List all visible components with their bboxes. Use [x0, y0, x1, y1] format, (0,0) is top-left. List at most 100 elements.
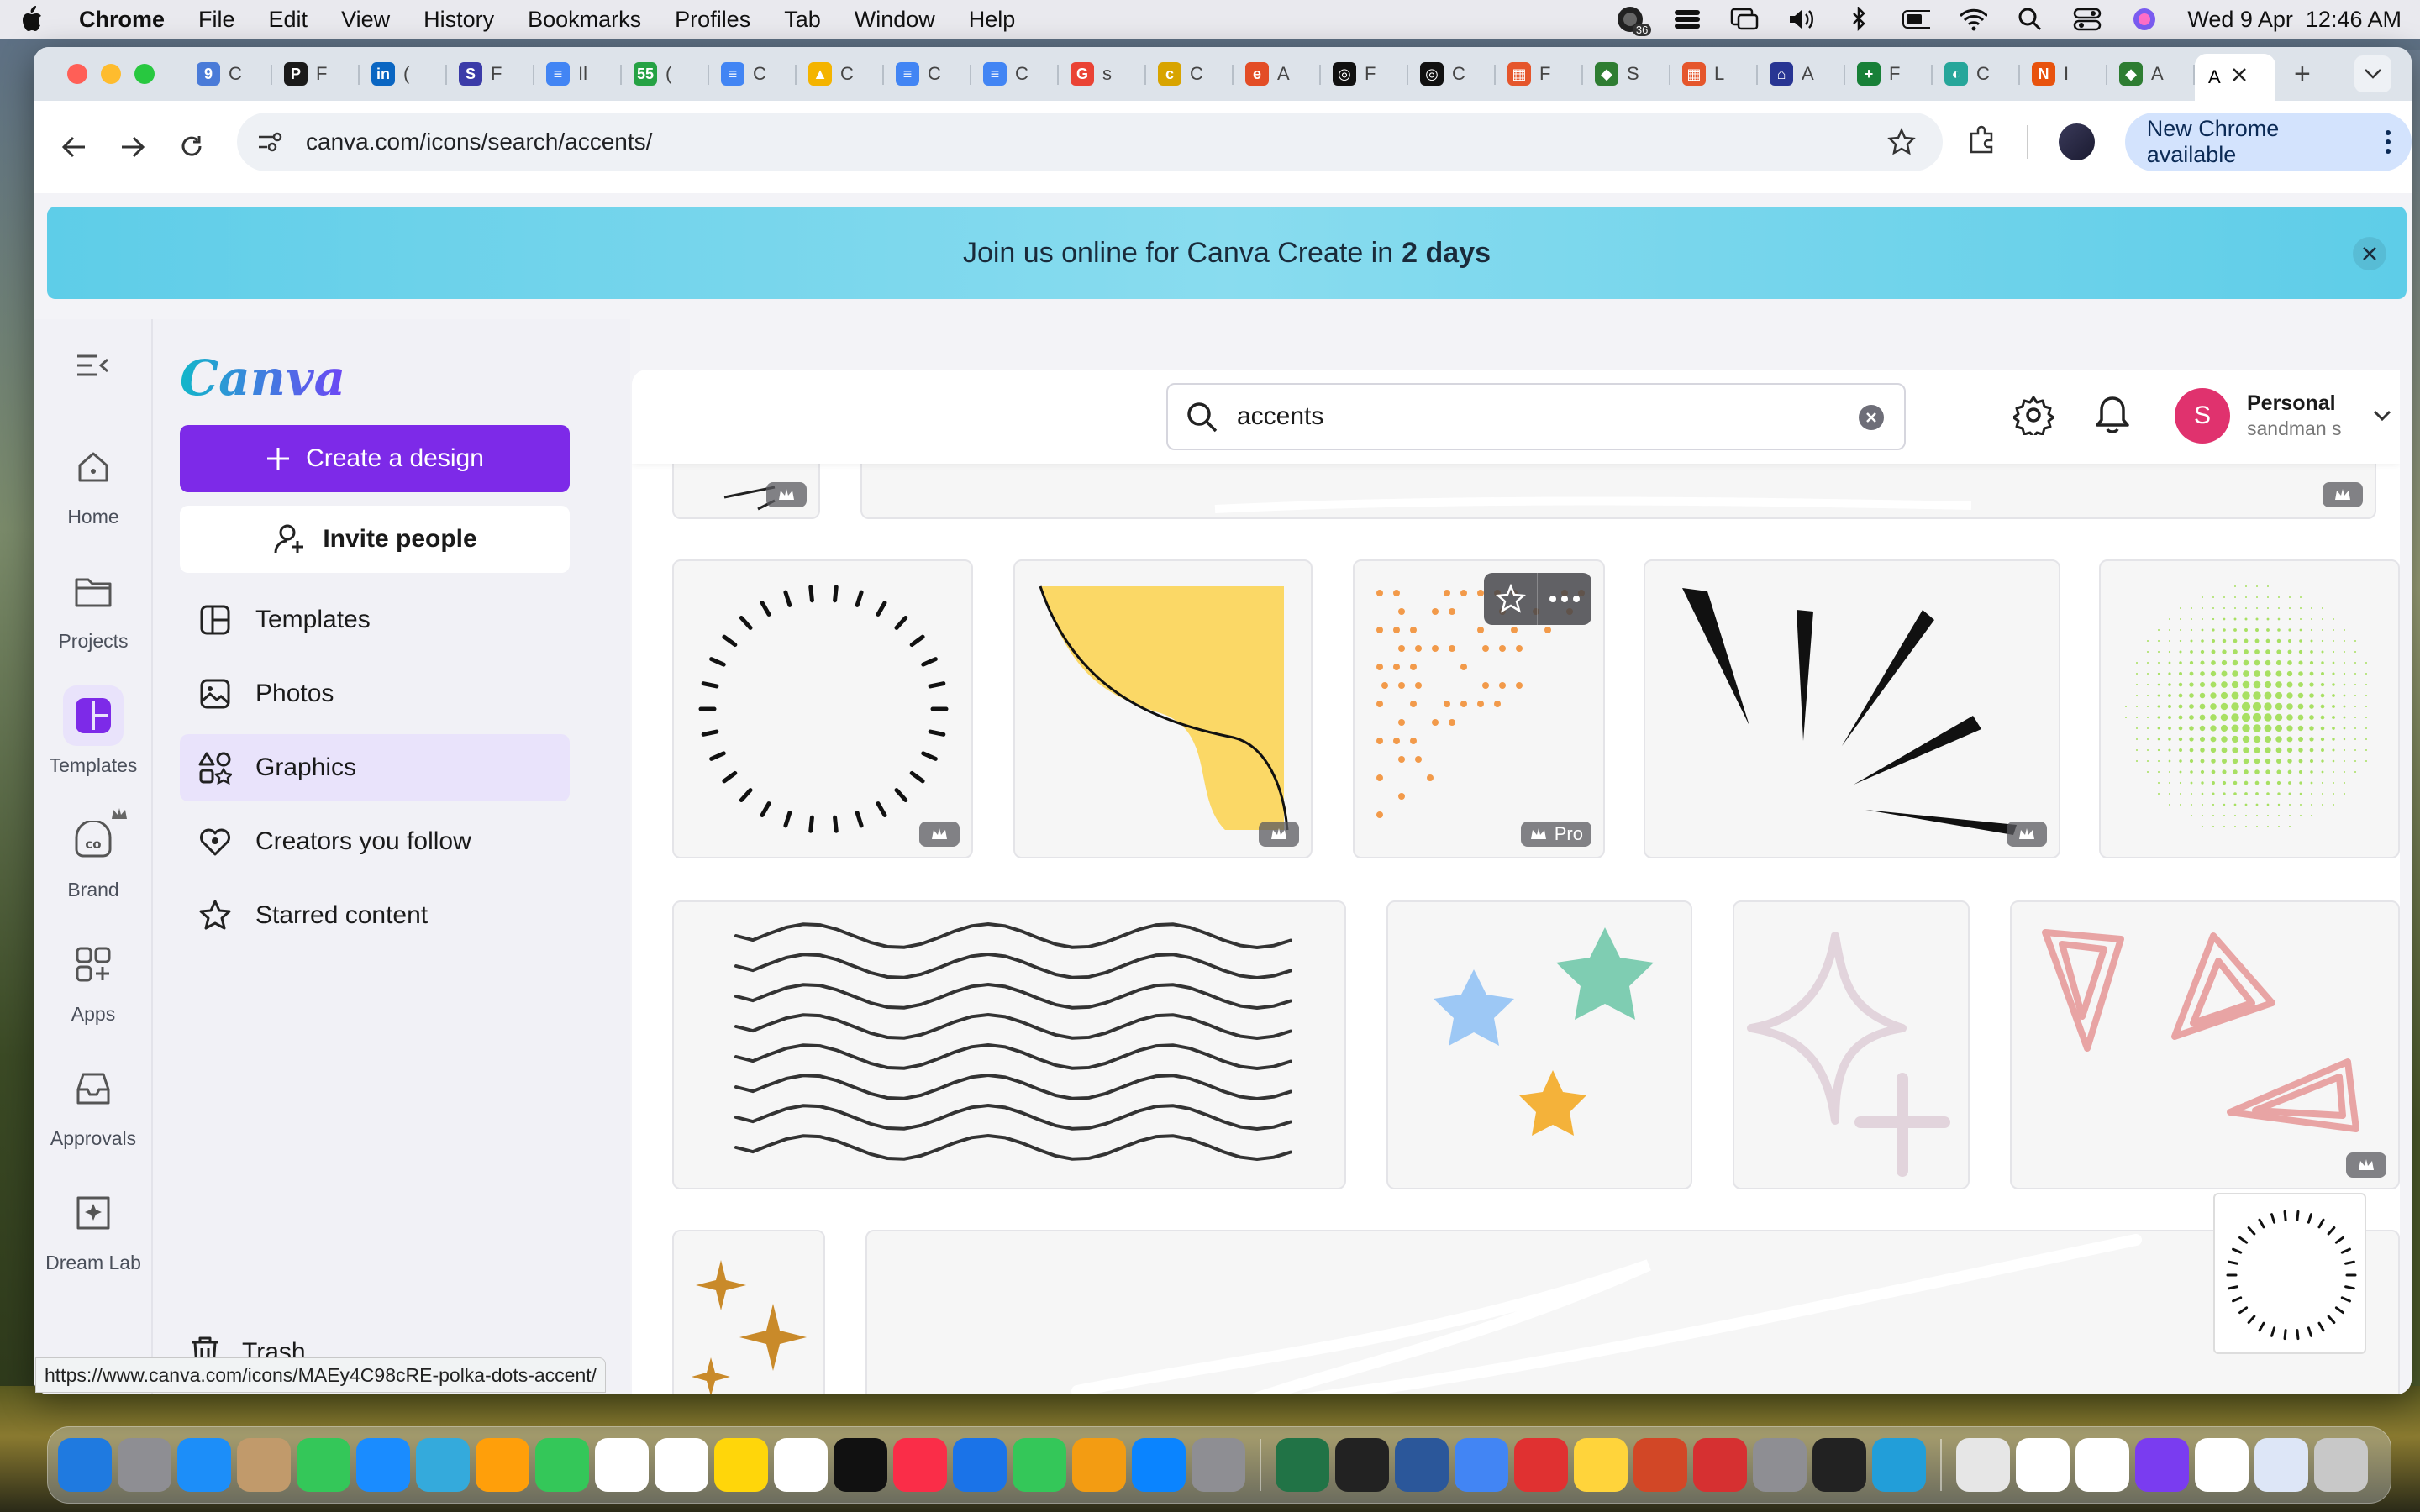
dock-app-icon[interactable]: [1634, 1438, 1687, 1492]
dock-app-icon[interactable]: [1395, 1438, 1449, 1492]
sidebar-item-photos[interactable]: Photos: [180, 660, 570, 727]
dock-app-icon[interactable]: [535, 1438, 589, 1492]
browser-tab[interactable]: ≡ C: [709, 55, 797, 93]
banner-close-button[interactable]: [2353, 237, 2386, 270]
browser-tab[interactable]: eA: [1234, 55, 1321, 93]
notifications-button[interactable]: [2094, 395, 2131, 439]
search-value[interactable]: accents: [1237, 402, 1323, 431]
dock-app-icon[interactable]: [2016, 1438, 2070, 1492]
result-card[interactable]: [1644, 559, 2060, 858]
dock-app-icon[interactable]: [2254, 1438, 2308, 1492]
dock-app-icon[interactable]: [1574, 1438, 1628, 1492]
menu-help[interactable]: Help: [969, 7, 1016, 33]
close-tab-icon[interactable]: [2231, 66, 2248, 88]
site-info-icon[interactable]: [257, 127, 287, 157]
dock-app-icon[interactable]: [177, 1438, 231, 1492]
status-app-icon[interactable]: 36: [1616, 8, 1644, 31]
menu-app-name[interactable]: Chrome: [79, 7, 165, 33]
browser-tab[interactable]: ≡ C: [971, 55, 1059, 93]
browser-tab[interactable]: 55(: [622, 55, 709, 93]
browser-tab[interactable]: ▦ F: [1496, 55, 1583, 93]
dock-app-icon[interactable]: [893, 1438, 947, 1492]
browser-tab[interactable]: PF: [272, 55, 360, 93]
screen-mirroring-icon[interactable]: [1730, 8, 1759, 31]
result-card[interactable]: [1386, 900, 1692, 1189]
new-chrome-available-button[interactable]: New Chrome available: [2125, 113, 2412, 171]
menu-file[interactable]: File: [198, 7, 235, 33]
browser-tab[interactable]: + F: [1845, 55, 1933, 93]
tab-search-button[interactable]: [2354, 55, 2391, 92]
result-card[interactable]: [1733, 900, 1970, 1189]
control-center-icon[interactable]: [2073, 8, 2102, 31]
rail-templates[interactable]: Templates: [34, 685, 153, 777]
reload-button[interactable]: [171, 127, 212, 167]
siri-icon[interactable]: [2130, 8, 2159, 31]
rail-home[interactable]: Home: [34, 437, 153, 528]
extensions-icon[interactable]: [1966, 125, 1996, 160]
rail-projects[interactable]: Projects: [34, 561, 153, 653]
dock-app-icon[interactable]: [834, 1438, 887, 1492]
result-card[interactable]: [672, 1230, 825, 1394]
invite-people-button[interactable]: Invite people: [180, 506, 570, 573]
result-card[interactable]: [865, 1230, 2400, 1394]
battery-icon[interactable]: [1902, 8, 1930, 31]
browser-tab[interactable]: ▦ L: [1670, 55, 1758, 93]
rail-brand[interactable]: co Brand: [34, 810, 153, 901]
sidebar-item-creators[interactable]: Creators you follow: [180, 808, 570, 875]
collapse-sidebar-button[interactable]: [76, 353, 109, 382]
dock-app-icon[interactable]: [953, 1438, 1007, 1492]
forward-button[interactable]: [113, 127, 153, 167]
dock-app-icon[interactable]: [237, 1438, 291, 1492]
menu-profiles[interactable]: Profiles: [675, 7, 750, 33]
maximize-window-button[interactable]: [134, 64, 155, 84]
dock-app-icon[interactable]: [1276, 1438, 1329, 1492]
dock-app-icon[interactable]: [2314, 1438, 2368, 1492]
browser-tab[interactable]: ≡ C: [884, 55, 971, 93]
dock-app-icon[interactable]: [774, 1438, 828, 1492]
back-button[interactable]: [54, 127, 94, 167]
dock-app-icon[interactable]: [1753, 1438, 1807, 1492]
apple-icon[interactable]: [18, 6, 45, 33]
result-card[interactable]: [2010, 900, 2400, 1189]
browser-tab[interactable]: ◆ S: [1583, 55, 1670, 93]
dock-app-icon[interactable]: [1072, 1438, 1126, 1492]
browser-tab[interactable]: cC: [1146, 55, 1234, 93]
dock-app-icon[interactable]: [297, 1438, 350, 1492]
dock-app-icon[interactable]: [416, 1438, 470, 1492]
promo-banner[interactable]: Join us online for Canva Create in 2 day…: [47, 207, 2407, 299]
close-window-button[interactable]: [67, 64, 87, 84]
profile-avatar[interactable]: [2059, 123, 2095, 160]
menu-window[interactable]: Window: [855, 7, 935, 33]
dock-app-icon[interactable]: [595, 1438, 649, 1492]
dock-app-icon[interactable]: [356, 1438, 410, 1492]
star-favorite-button[interactable]: [1484, 573, 1538, 625]
dock-app-icon[interactable]: [1956, 1438, 2010, 1492]
browser-tab[interactable]: ⌂ A: [1758, 55, 1845, 93]
rail-approvals[interactable]: Approvals: [34, 1058, 153, 1150]
browser-tab[interactable]: ≡ Il: [534, 55, 622, 93]
address-bar[interactable]: canva.com/icons/search/accents/: [237, 113, 1943, 171]
rail-apps[interactable]: Apps: [34, 934, 153, 1026]
dock-app-icon[interactable]: [1013, 1438, 1066, 1492]
new-tab-button[interactable]: +: [2294, 58, 2311, 91]
avatar[interactable]: S: [2175, 388, 2230, 444]
result-card[interactable]: [672, 559, 973, 858]
dock-app-icon[interactable]: [1514, 1438, 1568, 1492]
menu-bookmarks[interactable]: Bookmarks: [528, 7, 641, 33]
browser-tab[interactable]: ◐ C: [1933, 55, 2020, 93]
dock-app-icon[interactable]: [1192, 1438, 1245, 1492]
url-text[interactable]: canva.com/icons/search/accents/: [306, 129, 652, 155]
dock-app-icon[interactable]: [655, 1438, 708, 1492]
result-card[interactable]: [2099, 559, 2400, 858]
result-card[interactable]: [672, 900, 1346, 1189]
result-card-hovered[interactable]: Pro: [1353, 559, 1605, 858]
menu-edit[interactable]: Edit: [269, 7, 308, 33]
dock-app-icon[interactable]: [476, 1438, 529, 1492]
canva-logo[interactable]: Canva: [180, 349, 345, 407]
dock-app-icon[interactable]: [2075, 1438, 2129, 1492]
volume-icon[interactable]: [1787, 8, 1816, 31]
browser-tab[interactable]: SF: [447, 55, 534, 93]
result-card[interactable]: [1013, 559, 1313, 858]
sidebar-item-starred[interactable]: Starred content: [180, 882, 570, 949]
browser-tab[interactable]: ◎ C: [1408, 55, 1496, 93]
